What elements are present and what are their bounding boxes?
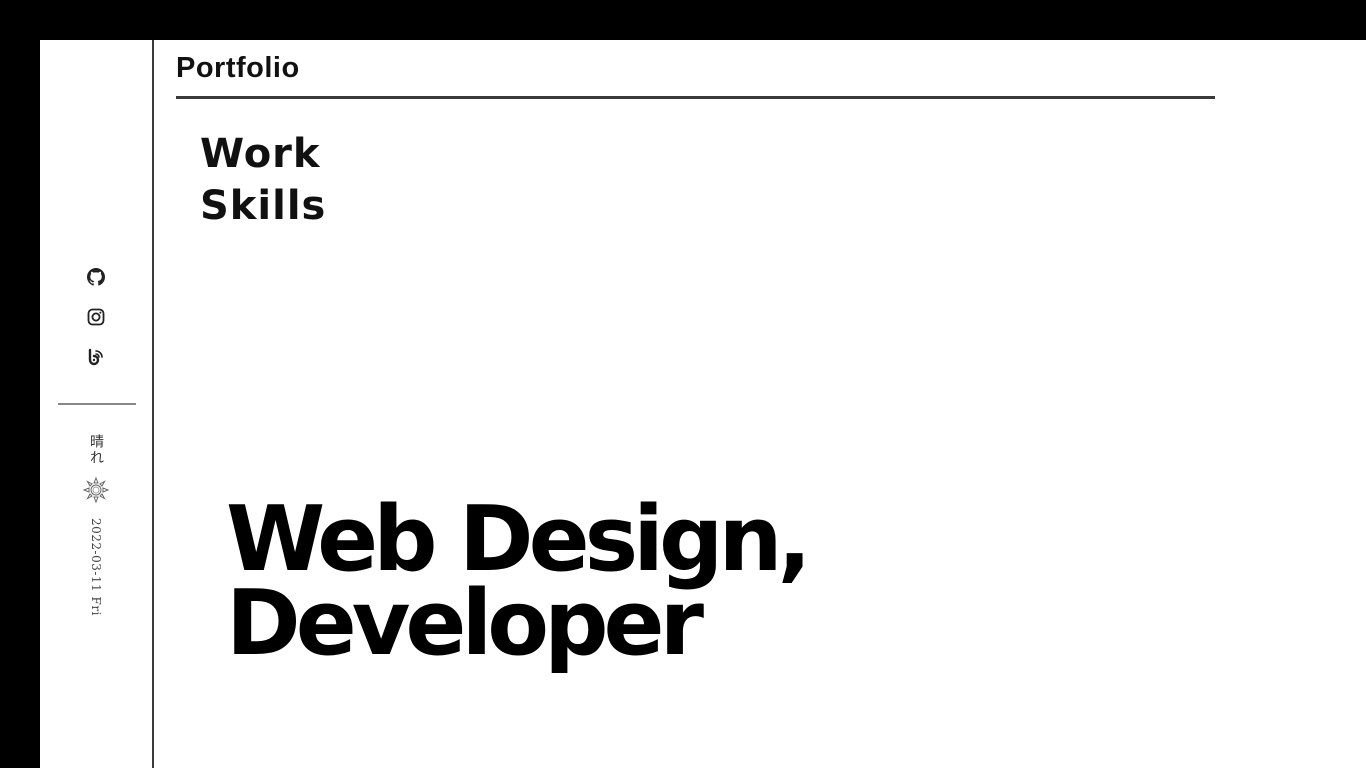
sidebar: 晴れ 2022-03-11 Fri [40,40,154,768]
sidebar-divider [58,403,136,405]
social-links [40,268,152,368]
github-icon[interactable] [87,268,105,288]
nav-item-skills[interactable]: Skills [200,180,326,232]
hero-line-1: Web Design, [226,487,812,592]
weather-widget: 晴れ 2022-03-11 Fri [40,434,152,616]
instagram-icon[interactable] [87,308,105,328]
hero-line-2: Developer [226,571,704,676]
sun-icon [82,476,110,504]
header: Portfolio [176,40,1215,99]
weather-text: 晴れ [88,434,104,466]
blog-rss-icon[interactable] [87,348,105,368]
main-nav: Work Skills [200,128,326,232]
page: 晴れ 2022-03-11 Fri Portfolio Work Skills … [40,40,1366,768]
nav-item-work[interactable]: Work [200,128,326,180]
hero-headline: Web Design, Developer [226,487,812,676]
date-label: 2022-03-11 Fri [89,518,103,616]
brand-title[interactable]: Portfolio [176,52,300,85]
